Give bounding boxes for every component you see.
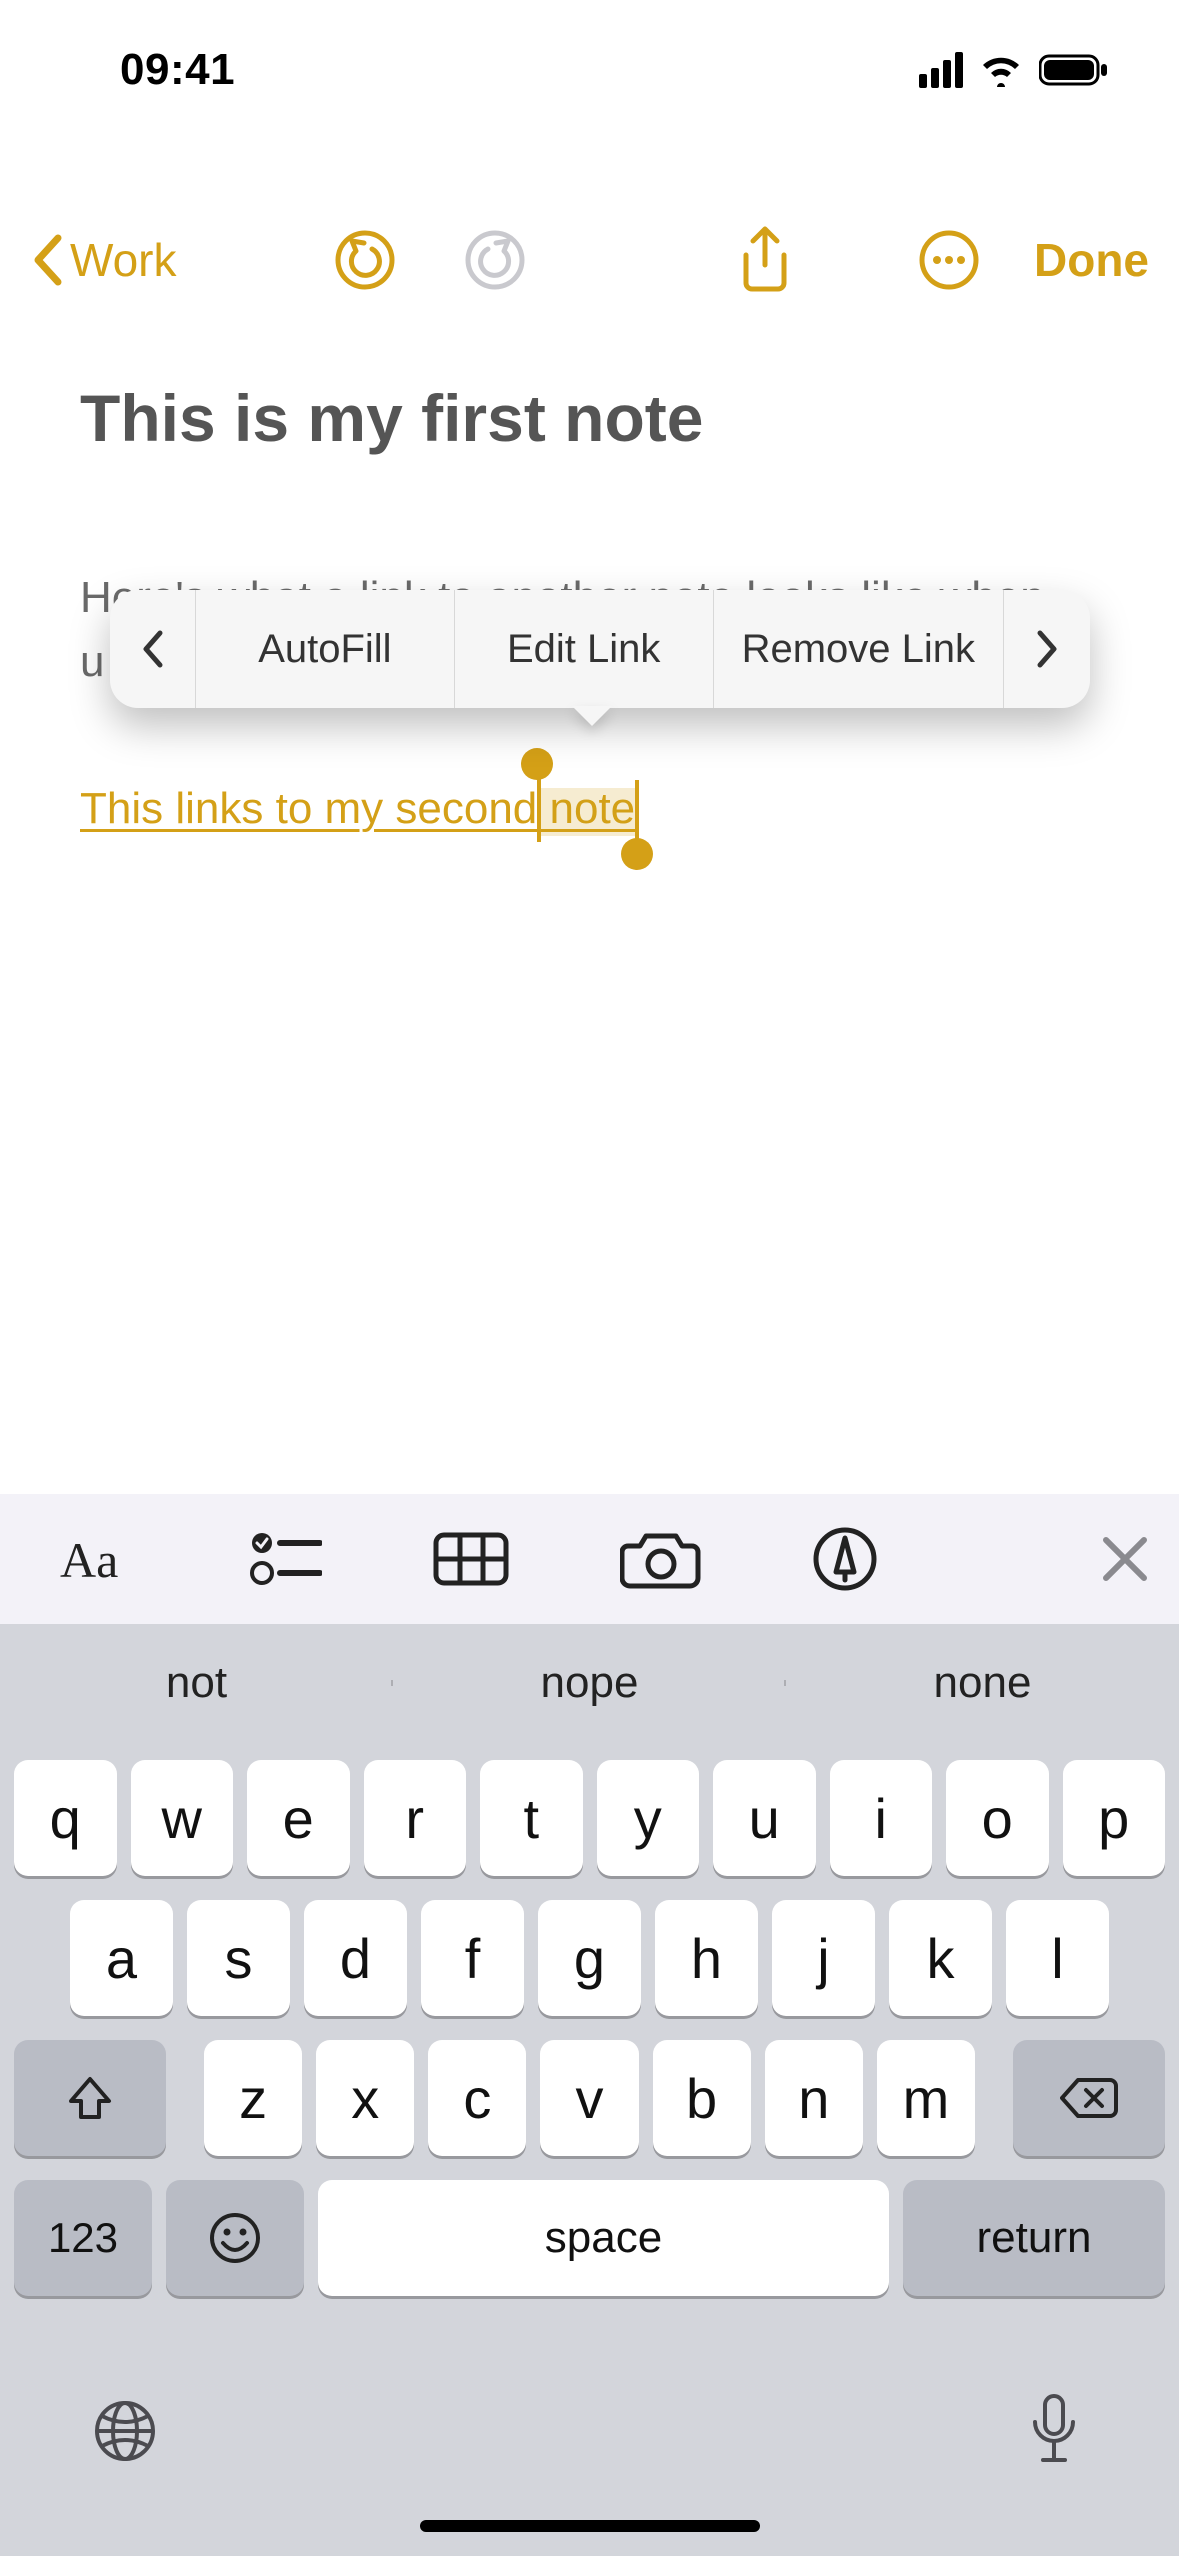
key-g[interactable]: g xyxy=(538,1900,641,2016)
keyboard-row-1: q w e r t y u i o p xyxy=(0,1760,1179,1876)
svg-text:Aa: Aa xyxy=(60,1532,118,1588)
space-key[interactable]: space xyxy=(318,2180,889,2296)
key-q[interactable]: q xyxy=(14,1760,117,1876)
table-button[interactable] xyxy=(432,1514,510,1604)
key-t[interactable]: t xyxy=(480,1760,583,1876)
cellular-signal-icon xyxy=(919,52,963,88)
text-context-menu: AutoFill Edit Link Remove Link xyxy=(110,590,1090,708)
markup-button[interactable] xyxy=(812,1514,878,1604)
key-i[interactable]: i xyxy=(830,1760,933,1876)
key-e[interactable]: e xyxy=(247,1760,350,1876)
done-button[interactable]: Done xyxy=(1034,233,1149,287)
keyboard-dock xyxy=(0,2346,1179,2556)
more-button[interactable] xyxy=(914,225,984,295)
suggestion-3[interactable]: none xyxy=(786,1658,1179,1708)
key-y[interactable]: y xyxy=(597,1760,700,1876)
keyboard: q w e r t y u i o p a s d f g h j k l z … xyxy=(0,1742,1179,2556)
key-j[interactable]: j xyxy=(772,1900,875,2016)
globe-button[interactable] xyxy=(80,2386,170,2476)
undo-button[interactable] xyxy=(330,225,400,295)
text-selection-highlight xyxy=(537,788,637,836)
battery-icon xyxy=(1039,53,1109,87)
share-button[interactable] xyxy=(730,225,800,295)
selection-end-handle[interactable] xyxy=(621,838,653,870)
home-indicator[interactable] xyxy=(420,2520,760,2532)
key-p[interactable]: p xyxy=(1063,1760,1166,1876)
key-v[interactable]: v xyxy=(540,2040,638,2156)
numeric-key[interactable]: 123 xyxy=(14,2180,152,2296)
key-f[interactable]: f xyxy=(421,1900,524,2016)
key-h[interactable]: h xyxy=(655,1900,758,2016)
keyboard-row-4: 123 space return xyxy=(0,2180,1179,2296)
selection-start-handle[interactable] xyxy=(521,748,553,780)
key-z[interactable]: z xyxy=(204,2040,302,2156)
navigation-bar: Work Done xyxy=(0,200,1179,320)
key-w[interactable]: w xyxy=(131,1760,234,1876)
close-toolbar-button[interactable] xyxy=(1098,1514,1152,1604)
shift-key[interactable] xyxy=(14,2040,166,2156)
emoji-key[interactable] xyxy=(166,2180,304,2296)
dictation-button[interactable] xyxy=(1009,2386,1099,2476)
key-b[interactable]: b xyxy=(653,2040,751,2156)
status-bar: 09:41 xyxy=(0,0,1179,140)
note-body-line: u xyxy=(80,637,104,686)
backspace-key[interactable] xyxy=(1013,2040,1165,2156)
context-menu-remove-link[interactable]: Remove Link xyxy=(714,590,1004,708)
context-menu-next[interactable] xyxy=(1004,590,1090,708)
selection-end-caret[interactable] xyxy=(635,780,639,846)
suggestion-2[interactable]: nope xyxy=(393,1658,786,1708)
key-r[interactable]: r xyxy=(364,1760,467,1876)
key-u[interactable]: u xyxy=(713,1760,816,1876)
text-style-button[interactable]: Aa xyxy=(60,1514,140,1604)
keyboard-row-2: a s d f g h j k l xyxy=(0,1900,1179,2016)
key-o[interactable]: o xyxy=(946,1760,1049,1876)
status-time: 09:41 xyxy=(120,45,235,95)
key-k[interactable]: k xyxy=(889,1900,992,2016)
format-toolbar: Aa xyxy=(0,1494,1179,1624)
status-indicators xyxy=(919,52,1109,88)
note-link[interactable]: This links to my second note xyxy=(80,784,635,834)
key-n[interactable]: n xyxy=(765,2040,863,2156)
back-label: Work xyxy=(70,233,177,287)
key-m[interactable]: m xyxy=(877,2040,975,2156)
keyboard-row-3: z x c v b n m xyxy=(0,2040,1179,2156)
context-menu-edit-link[interactable]: Edit Link xyxy=(455,590,714,708)
key-l[interactable]: l xyxy=(1006,1900,1109,2016)
chevron-left-icon xyxy=(30,234,66,286)
keyboard-suggestion-bar: not nope none xyxy=(0,1624,1179,1742)
key-s[interactable]: s xyxy=(187,1900,290,2016)
return-key[interactable]: return xyxy=(903,2180,1165,2296)
camera-button[interactable] xyxy=(620,1514,702,1604)
suggestion-1[interactable]: not xyxy=(0,1658,393,1708)
note-title[interactable]: This is my first note xyxy=(80,380,1099,456)
back-button[interactable]: Work xyxy=(30,233,330,287)
key-x[interactable]: x xyxy=(316,2040,414,2156)
key-a[interactable]: a xyxy=(70,1900,173,2016)
checklist-button[interactable] xyxy=(250,1514,322,1604)
wifi-icon xyxy=(979,53,1023,87)
key-c[interactable]: c xyxy=(428,2040,526,2156)
selection-start-caret[interactable] xyxy=(537,776,541,842)
key-d[interactable]: d xyxy=(304,1900,407,2016)
context-menu-prev[interactable] xyxy=(110,590,196,708)
context-menu-tail xyxy=(572,706,612,726)
context-menu-autofill[interactable]: AutoFill xyxy=(196,590,455,708)
redo-button[interactable] xyxy=(460,225,530,295)
